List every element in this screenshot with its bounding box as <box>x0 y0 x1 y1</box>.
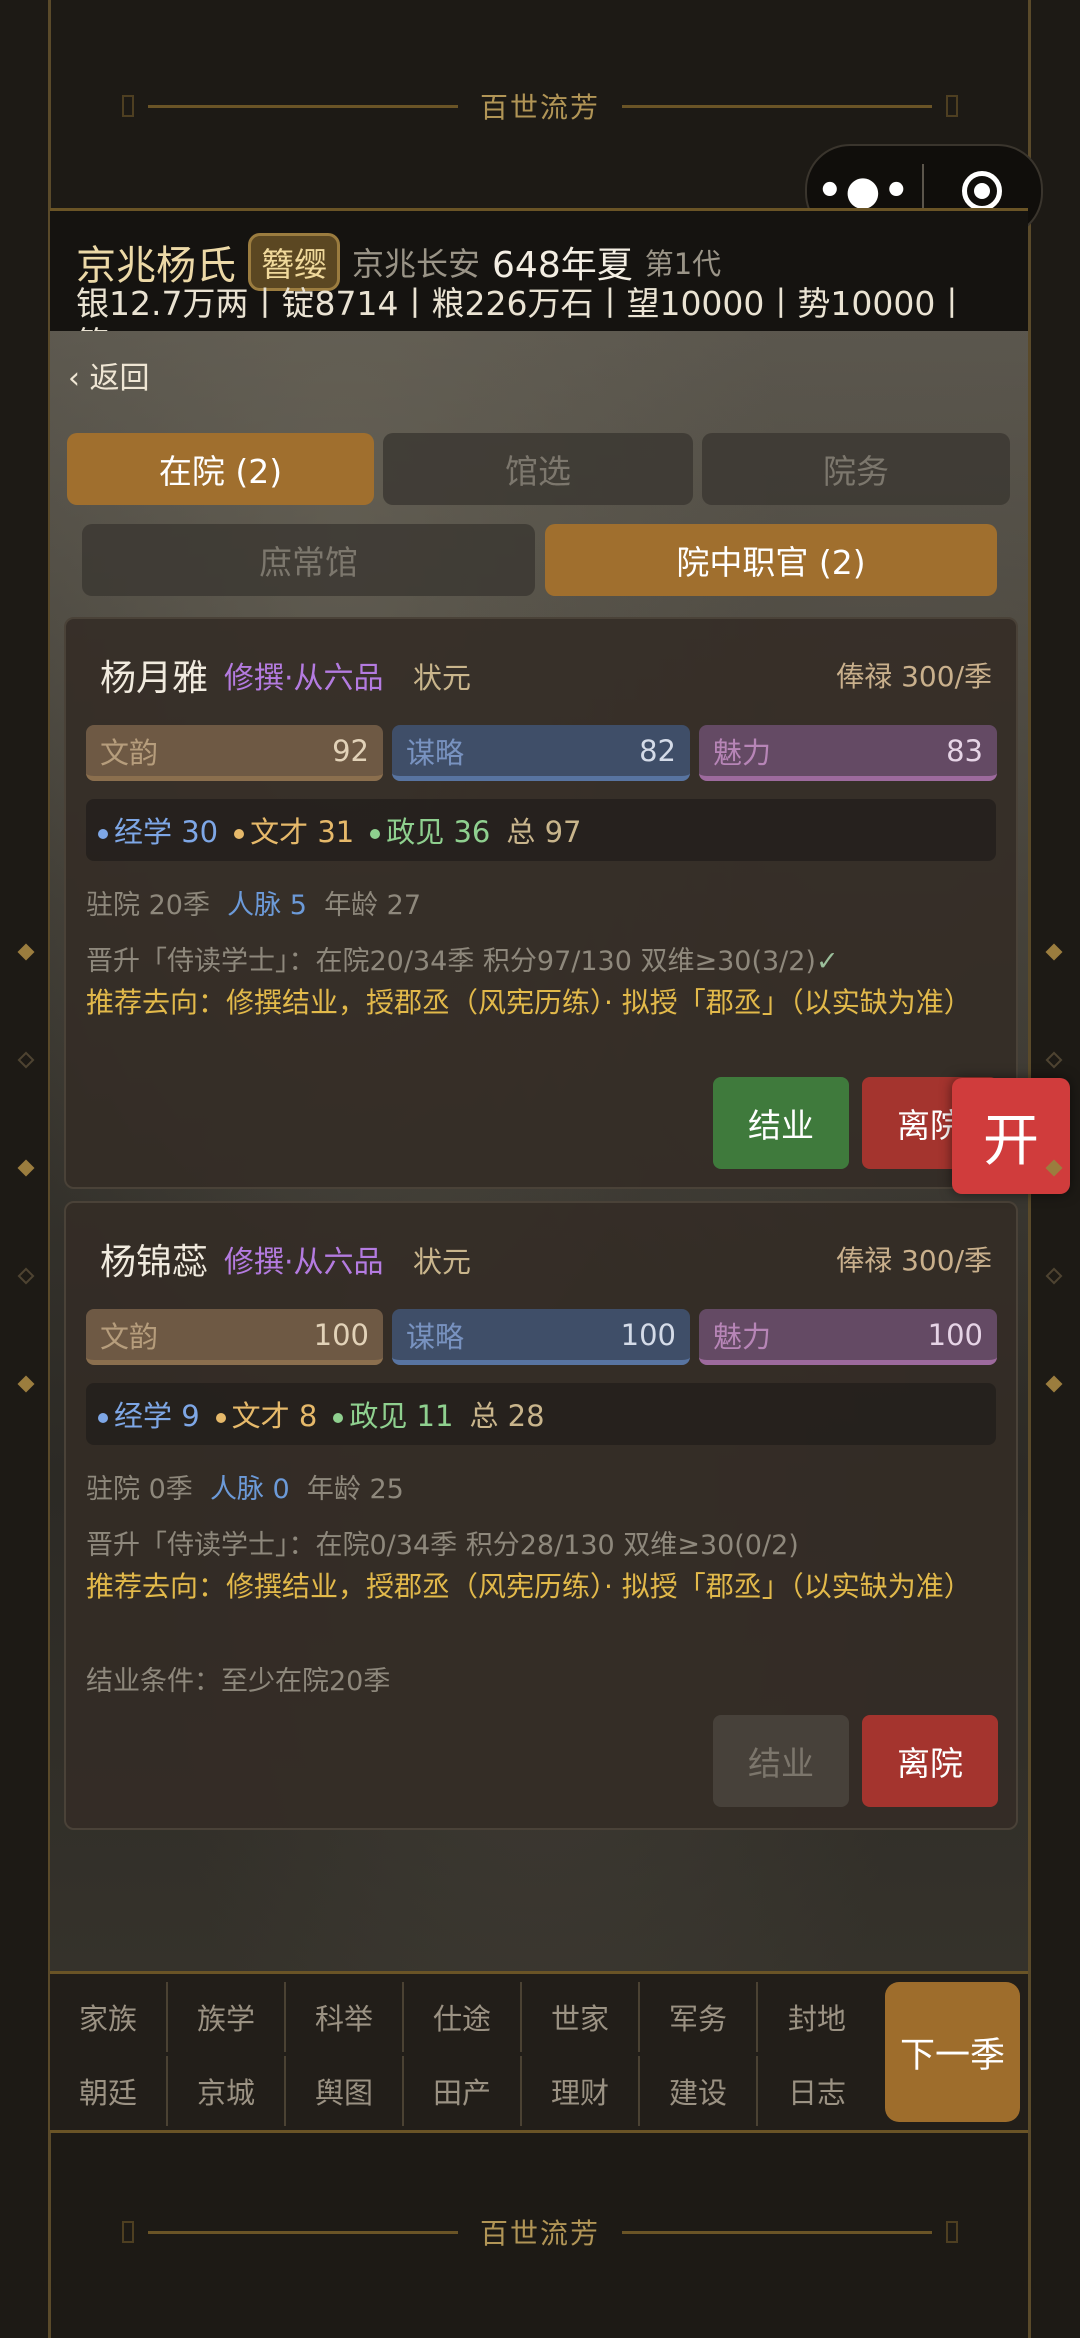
graduate-button[interactable]: 结业 <box>713 1077 849 1169</box>
official-honor: 状元 <box>413 1245 472 1279</box>
official-post: 修撰·从六品 <box>224 1245 384 1280</box>
promotion-progress: 晋升「侍读学士」：在院0/34季 积分28/130 双维≥30(0/2) <box>86 1530 799 1561</box>
tab-in-academy[interactable]: 在院 (2) <box>67 433 374 505</box>
nav-item[interactable]: 田产 <box>404 2056 522 2126</box>
nav-row-2: 朝廷 京城 舆图 田产 理财 建设 日志 <box>50 2056 876 2126</box>
nav-item[interactable]: 军务 <box>640 1982 758 2052</box>
banner-end-right <box>946 95 958 117</box>
skill-summary: 经学 30 文才 31 政见 36 总 97 <box>86 799 996 861</box>
side-ornament <box>1045 943 1063 961</box>
academy-panel: ‹ 返回 在院 (2) 馆选 院务 庶常馆 院中职官 (2) 杨月雅 修撰·从六… <box>50 331 1028 1971</box>
top-banner: 百世流芳 <box>0 76 1080 136</box>
leave-academy-button[interactable]: 离院 <box>862 1715 998 1807</box>
age: 年龄 25 <box>306 1474 404 1505</box>
tab-academy-affairs[interactable]: 院务 <box>702 433 1010 505</box>
bullet-dot-icon <box>333 1413 344 1423</box>
nav-item[interactable]: 仕途 <box>404 1982 522 2052</box>
skill-classics: 经学 9 <box>98 1393 200 1435</box>
banner-end-right <box>946 2221 958 2243</box>
tab-shuchang-hall[interactable]: 庶常馆 <box>82 524 535 596</box>
age: 年龄 27 <box>324 890 422 921</box>
banner-title: 百世流芳 <box>479 91 600 124</box>
banner-title: 百世流芳 <box>479 2217 600 2250</box>
close-mini-program-icon[interactable] <box>924 171 1039 211</box>
tenure: 驻院 0季 <box>86 1474 193 1505</box>
nav-item[interactable]: 世家 <box>522 1982 640 2052</box>
nav-item[interactable]: 舆图 <box>286 2056 404 2126</box>
graduate-button-disabled[interactable]: 结业 <box>713 1715 849 1807</box>
clan-status-bar: 京兆杨氏 簪缨 京兆长安 648年夏 第1代 银12.7万两丨锭8714丨粮22… <box>50 208 1028 334</box>
nav-item[interactable]: 建设 <box>640 2056 758 2126</box>
bottom-banner: 百世流芳 <box>0 2202 1080 2262</box>
official-honor: 状元 <box>413 661 472 695</box>
nav-item[interactable]: 家族 <box>50 1982 168 2052</box>
nav-item[interactable]: 日志 <box>758 2056 876 2126</box>
official-salary: 俸禄 300/季 <box>836 1244 992 1277</box>
bullet-dot-icon <box>215 1413 226 1423</box>
nav-item[interactable]: 理财 <box>522 2056 640 2126</box>
stat-literary: 文韵 100 <box>86 1309 383 1365</box>
stat-strategy: 谋略 82 <box>392 725 690 781</box>
stat-charm: 魅力 83 <box>699 725 997 781</box>
stat-charm: 魅力 100 <box>699 1309 997 1365</box>
recommendation: 推荐去向：修撰结业，授郡丞（风宪历练）· 拟授「郡丞」（以实缺为准） <box>86 986 972 1019</box>
nav-row-1: 家族 族学 科举 仕途 世家 军务 封地 <box>50 1982 876 2052</box>
network: 人脉 5 <box>227 890 307 921</box>
tab-selection[interactable]: 馆选 <box>383 433 693 505</box>
skill-politics: 政见 11 <box>333 1393 453 1435</box>
side-ornament <box>1045 1267 1063 1285</box>
skill-total: 总 97 <box>506 815 582 849</box>
back-label: 返回 <box>89 361 150 396</box>
graduation-condition: 结业条件：至少在院20季 <box>86 1666 391 1697</box>
stat-strategy: 谋略 100 <box>392 1309 690 1365</box>
official-salary: 俸禄 300/季 <box>836 660 992 693</box>
tab-academy-officials[interactable]: 院中职官 (2) <box>545 524 997 596</box>
official-card: 杨锦蕊 修撰·从六品 状元 俸禄 300/季 文韵 100 谋略 100 魅力 100… <box>64 1201 1018 1830</box>
network: 人脉 0 <box>209 1474 290 1505</box>
skill-summary: 经学 9 文才 8 政见 11 总 28 <box>86 1383 996 1445</box>
official-meta: 驻院 20季 人脉 5 年龄 27 <box>86 883 421 922</box>
official-name: 杨月雅 <box>100 658 209 699</box>
resource-summary: 银12.7万两丨锭8714丨粮226万石丨望10000丨势10000丨 <box>76 284 969 323</box>
side-ornament <box>1045 1375 1063 1393</box>
recommendation: 推荐去向：修撰结业，授郡丞（风宪历练）· 拟授「郡丞」（以实缺为准） <box>86 1570 972 1603</box>
nav-item[interactable]: 朝廷 <box>50 2056 168 2126</box>
side-ornament <box>17 1159 35 1177</box>
side-ornament <box>17 1267 35 1285</box>
nav-item[interactable]: 封地 <box>758 1982 876 2052</box>
promotion-progress: 晋升「侍读学士」：在院20/34季 积分97/130 双维≥30(3/2)✓ <box>86 946 839 977</box>
next-season-button[interactable]: 下一季 <box>885 1982 1020 2122</box>
banner-end-left <box>121 2221 134 2243</box>
official-name: 杨锦蕊 <box>100 1242 209 1283</box>
bullet-dot-icon <box>234 829 245 839</box>
side-ornament <box>17 1051 35 1069</box>
skill-literature: 文才 31 <box>234 809 354 851</box>
official-card: 杨月雅 修撰·从六品 状元 俸禄 300/季 文韵 92 谋略 82 魅力 83 经学… <box>64 617 1018 1189</box>
stat-literary: 文韵 92 <box>86 725 383 781</box>
nav-item[interactable]: 族学 <box>168 1982 286 2052</box>
skill-classics: 经学 30 <box>98 809 218 851</box>
official-meta: 驻院 0季 人脉 0 年龄 25 <box>86 1467 404 1506</box>
bullet-dot-icon <box>98 1413 108 1423</box>
check-icon: ✓ <box>815 946 839 977</box>
side-ornament <box>17 943 35 961</box>
skill-literature: 文才 8 <box>215 1393 317 1435</box>
banner-end-left <box>121 95 134 117</box>
back-button[interactable]: ‹ 返回 <box>68 353 150 397</box>
nav-item[interactable]: 科举 <box>286 1982 404 2052</box>
open-floating-button[interactable]: 开 <box>952 1078 1070 1194</box>
bullet-dot-icon <box>370 829 381 839</box>
side-ornament <box>1045 1051 1063 1069</box>
bullet-dot-icon <box>98 829 108 839</box>
skill-politics: 政见 36 <box>370 809 490 851</box>
skill-total: 总 28 <box>469 1399 545 1433</box>
official-post: 修撰·从六品 <box>224 661 384 696</box>
tenure: 驻院 20季 <box>86 890 210 921</box>
nav-item[interactable]: 京城 <box>168 2056 286 2126</box>
bottom-navigation: 家族 族学 科举 仕途 世家 军务 封地 朝廷 京城 舆图 田产 理财 建设 日志 下一季 <box>50 1971 1028 2133</box>
side-ornament <box>17 1375 35 1393</box>
